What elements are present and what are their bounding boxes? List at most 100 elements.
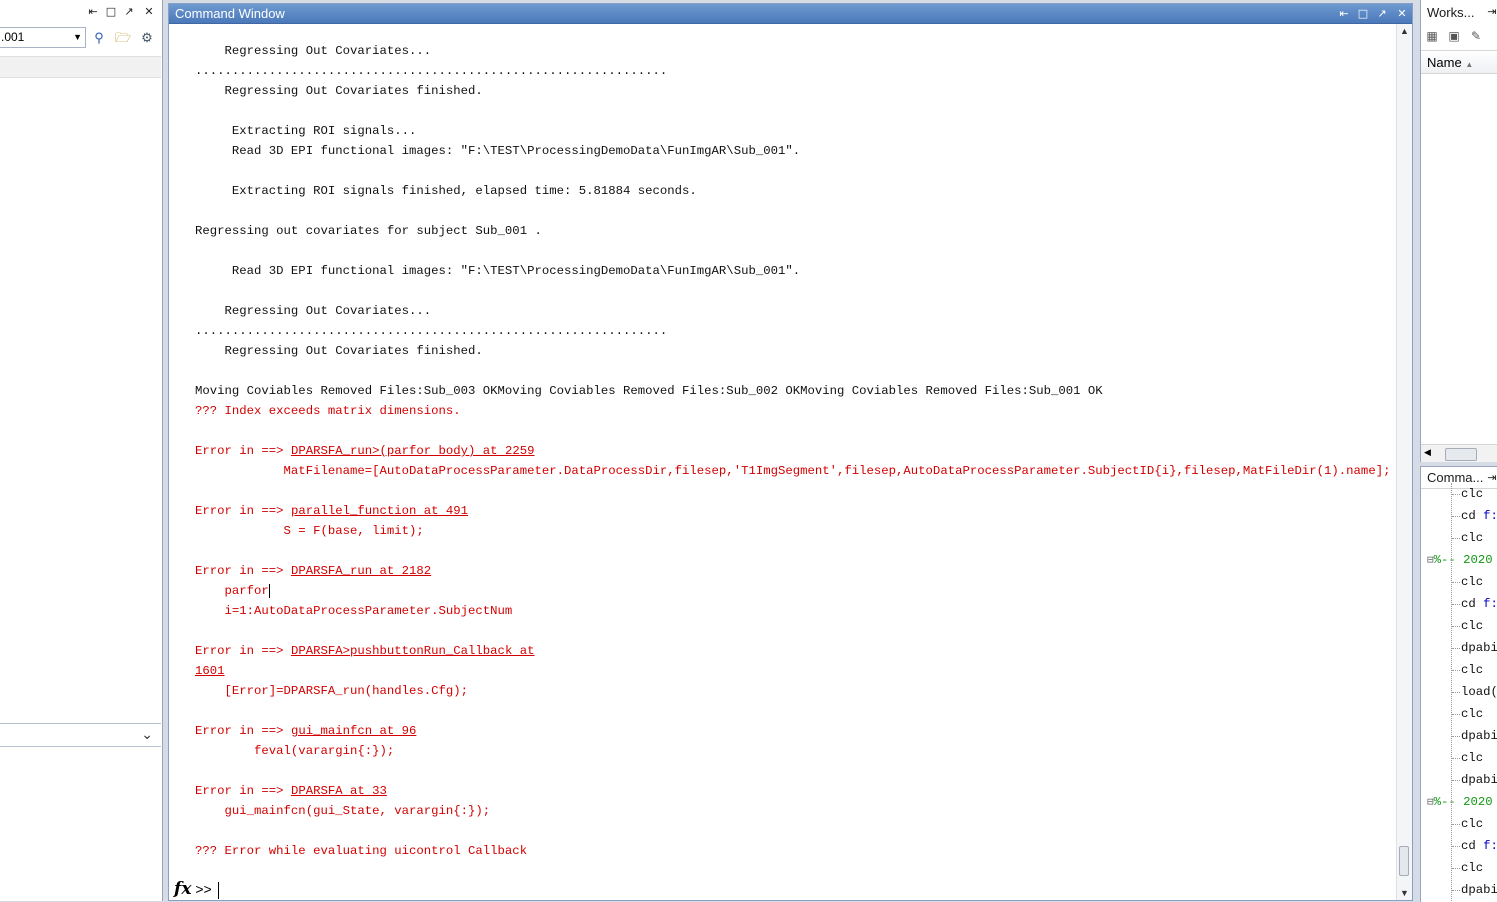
error-source-link[interactable]: 1601	[195, 664, 225, 678]
plot-select-icon[interactable]: ✎	[1468, 28, 1484, 44]
tree-connector	[1452, 648, 1460, 649]
error-source-link[interactable]: parallel_function at 491	[291, 504, 468, 518]
output-line: Regressing Out Covariates...	[195, 301, 432, 321]
history-item[interactable]: cd f:	[1461, 505, 1497, 527]
history-item[interactable]: clc	[1461, 527, 1483, 549]
history-command-text: cd	[1461, 839, 1484, 853]
file-list-header[interactable]	[0, 56, 161, 78]
open-variable-icon[interactable]: ▣	[1446, 28, 1462, 44]
output-line: Regressing Out Covariates finished.	[195, 341, 483, 361]
output-line: Regressing Out Covariates finished.	[195, 81, 483, 101]
history-item[interactable]: clc	[1461, 703, 1483, 725]
close-icon[interactable]: ✕	[142, 5, 156, 19]
folder-up-icon[interactable]: 🗁	[113, 28, 133, 48]
history-item[interactable]: dpabi	[1461, 769, 1497, 791]
history-command-text: cd	[1461, 597, 1484, 611]
history-session-header[interactable]: ⊟%-- 2020	[1427, 791, 1493, 813]
output-text: Error in ==>	[195, 564, 291, 578]
output-line: feval(varargin{:});	[195, 741, 394, 761]
history-session-header[interactable]: ⊟%-- 2020	[1427, 549, 1493, 571]
tree-connector	[1451, 483, 1453, 901]
history-item[interactable]: clc	[1461, 483, 1483, 505]
history-item[interactable]: clc	[1461, 659, 1483, 681]
output-line: ??? Error while evaluating uicontrol Cal…	[195, 841, 527, 861]
output-text: i=1:AutoDataProcessParameter.SubjectNum	[195, 604, 513, 618]
fx-icon[interactable]: fx	[174, 879, 191, 899]
unpin-icon[interactable]: ⇤	[86, 5, 100, 19]
output-line: Error in ==> DPARSFA at 33	[195, 781, 387, 801]
workspace-column-header[interactable]: Name ▲	[1421, 50, 1497, 74]
unpin-icon[interactable]: ⇥	[1485, 471, 1497, 485]
details-pane-toggle[interactable]: ⌄	[0, 723, 161, 747]
output-line: Extracting ROI signals...	[195, 121, 417, 141]
output-line: i=1:AutoDataProcessParameter.SubjectNum	[195, 601, 513, 621]
scrollbar-thumb[interactable]	[1399, 846, 1409, 876]
scroll-left-icon[interactable]: ◀	[1424, 447, 1431, 458]
error-source-link[interactable]: DPARSFA>pushbuttonRun_Callback at	[291, 644, 535, 658]
history-item[interactable]: clc	[1461, 615, 1483, 637]
history-item[interactable]: dpabi	[1461, 879, 1497, 901]
history-command-arg: f:	[1483, 597, 1497, 611]
output-line: Error in ==> DPARSFA>pushbuttonRun_Callb…	[195, 641, 534, 661]
chevron-down-icon: ⌄	[141, 726, 153, 742]
collapse-icon[interactable]: ⊟	[1427, 797, 1434, 809]
scrollbar-thumb[interactable]	[1445, 448, 1477, 461]
path-dropdown[interactable]: .001 ▼	[0, 27, 86, 48]
output-line: Error in ==> parallel_function at 491	[195, 501, 468, 521]
history-item[interactable]: clc	[1461, 571, 1483, 593]
unpin-icon[interactable]: ⇤	[1337, 7, 1351, 21]
scroll-down-icon[interactable]: ▼	[1397, 888, 1412, 898]
new-variable-icon[interactable]: ▦	[1424, 28, 1440, 44]
history-item[interactable]: clc	[1461, 813, 1483, 835]
output-text: Read 3D EPI functional images: "F:\TEST\…	[195, 264, 801, 278]
close-icon[interactable]: ✕	[1395, 7, 1409, 21]
search-icon[interactable]: ⚲	[89, 28, 109, 48]
maximize-icon[interactable]: □	[1356, 7, 1370, 21]
tree-connector	[1452, 604, 1460, 605]
unpin-icon[interactable]: ⇥	[1485, 5, 1497, 19]
collapse-icon[interactable]: ⊟	[1427, 555, 1434, 567]
history-command-text: clc	[1461, 619, 1484, 633]
tree-connector	[1452, 868, 1460, 869]
history-command-text: dpabi	[1461, 641, 1497, 655]
output-line: Error in ==> DPARSFA_run at 2182	[195, 561, 431, 581]
output-text: Regressing Out Covariates finished.	[195, 84, 483, 98]
command-output[interactable]: Regressing Out Covariates...............…	[169, 24, 1397, 900]
undock-icon[interactable]: ↗	[1375, 7, 1389, 21]
output-line: Regressing Out Covariates...	[195, 41, 432, 61]
history-command-text: clc	[1461, 663, 1484, 677]
tree-connector	[1452, 582, 1460, 583]
maximize-icon[interactable]: □	[104, 5, 118, 19]
name-column-label: Name	[1427, 55, 1462, 70]
tree-connector	[1452, 758, 1460, 759]
error-source-link[interactable]: gui_mainfcn at 96	[291, 724, 416, 738]
workspace-panel: Works... ⇥ ▦ ▣ ✎ Name ▲ ◀	[1420, 0, 1497, 462]
output-text: Regressing Out Covariates finished.	[195, 344, 483, 358]
output-line: Error in ==> gui_mainfcn at 96	[195, 721, 416, 741]
horizontal-scrollbar[interactable]: ◀	[1421, 444, 1497, 462]
history-item[interactable]: cd f:	[1461, 835, 1497, 857]
output-text: MatFilename=[AutoDataProcessParameter.Da…	[195, 464, 1391, 478]
tree-connector	[1452, 626, 1460, 627]
vertical-scrollbar[interactable]: ▲ ▼	[1396, 24, 1412, 900]
tree-connector	[1452, 714, 1460, 715]
gear-icon[interactable]: ⚙	[137, 28, 157, 48]
command-prompt[interactable]: fx >>	[174, 878, 219, 900]
undock-icon[interactable]: ↗	[122, 5, 136, 19]
history-command-text: dpabi	[1461, 883, 1497, 897]
error-source-link[interactable]: DPARSFA_run>(parfor body) at 2259	[291, 444, 535, 458]
history-item[interactable]: dpabi	[1461, 637, 1497, 659]
scroll-up-icon[interactable]: ▲	[1397, 26, 1412, 36]
history-command-text: dpabi	[1461, 773, 1497, 787]
history-command-text: clc	[1461, 751, 1484, 765]
history-item[interactable]: dpabi	[1461, 725, 1497, 747]
output-text: Error in ==>	[195, 644, 291, 658]
history-item[interactable]: load(	[1461, 681, 1497, 703]
history-item[interactable]: cd f:	[1461, 593, 1497, 615]
output-line: ........................................…	[195, 61, 667, 81]
error-source-link[interactable]: DPARSFA at 33	[291, 784, 387, 798]
error-source-link[interactable]: DPARSFA_run at 2182	[291, 564, 431, 578]
history-item[interactable]: clc	[1461, 857, 1483, 879]
output-line: S = F(base, limit);	[195, 521, 424, 541]
history-item[interactable]: clc	[1461, 747, 1483, 769]
